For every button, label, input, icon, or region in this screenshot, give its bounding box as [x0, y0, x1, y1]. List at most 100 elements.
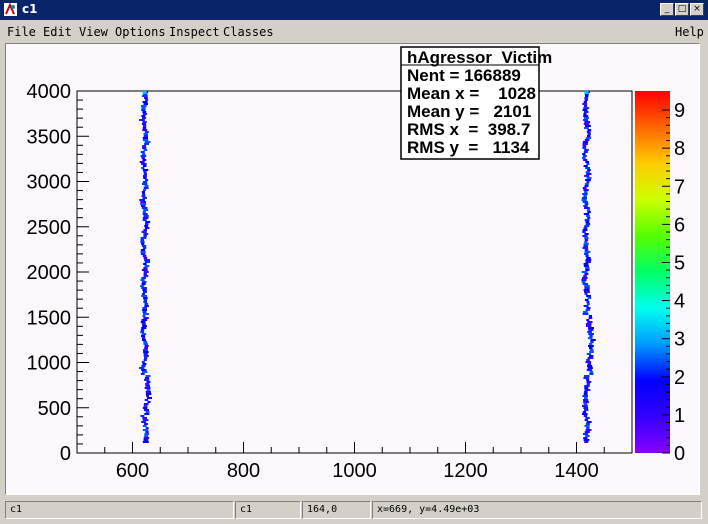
band-cell — [141, 293, 146, 295]
band-cell — [584, 239, 589, 241]
menu-view[interactable]: View — [79, 25, 108, 39]
band-cell — [586, 295, 591, 297]
band-cell — [586, 173, 592, 175]
band-cell — [143, 229, 147, 231]
band-cell — [584, 121, 591, 123]
band-cell — [146, 389, 151, 391]
band-cell — [581, 281, 586, 283]
band-cell — [585, 361, 592, 363]
band-cell — [143, 317, 149, 319]
band-cell — [144, 305, 149, 307]
band-cell — [587, 135, 591, 137]
band-cell — [585, 161, 589, 163]
band-cell — [145, 99, 149, 101]
menu-options[interactable]: Options — [115, 25, 166, 39]
band-cell — [143, 275, 149, 277]
stats-box[interactable]: hAgressor_Victim Nent = 166889 Mean x = … — [400, 46, 552, 160]
band-cell — [586, 163, 590, 165]
band-cell — [142, 425, 147, 427]
band-cell — [584, 273, 589, 275]
band-cell — [582, 157, 586, 159]
band-cell — [145, 221, 151, 223]
band-cell — [141, 107, 146, 109]
band-cell — [586, 381, 592, 383]
y-tick-label: 1000 — [27, 353, 72, 375]
band-cell — [141, 109, 146, 111]
band-cell — [143, 301, 148, 303]
band-cell — [584, 249, 589, 251]
band-cell — [141, 205, 146, 207]
band-cell — [583, 437, 588, 439]
band-cell — [590, 339, 596, 341]
band-cell — [142, 121, 147, 123]
band-cell — [584, 191, 588, 193]
stats-rms-x: RMS x = 398.7 — [407, 120, 530, 139]
band-cell — [143, 263, 147, 265]
band-cell — [584, 175, 590, 177]
band-cell — [140, 151, 145, 153]
x-tick-label: 1400 — [554, 460, 599, 482]
band-cell — [141, 157, 145, 159]
band-cell — [583, 165, 588, 167]
band-cell — [142, 219, 147, 221]
band-cell — [582, 141, 589, 143]
histogram-plot[interactable]: 600 800 1000 1200 1400 0 500 1000 1500 2000 2500 3… — [6, 44, 699, 494]
band-cell — [140, 285, 145, 287]
band-cell — [144, 377, 150, 379]
band-cell — [142, 113, 148, 115]
band-cell — [586, 427, 590, 429]
band-cell — [142, 125, 147, 127]
band-cell — [142, 429, 149, 431]
z-tick-label: 6 — [674, 214, 685, 236]
band-cell — [583, 439, 590, 441]
band-cell — [142, 101, 148, 103]
band-cell — [141, 333, 147, 335]
band-cell — [140, 321, 146, 323]
band-cell — [584, 99, 588, 101]
minimize-button[interactable]: _ — [660, 3, 674, 16]
band-cell — [140, 249, 146, 251]
band-cell — [588, 333, 594, 335]
maximize-button[interactable]: □ — [675, 3, 689, 16]
band-cell — [143, 349, 148, 351]
band-cell — [142, 407, 148, 409]
band-cell — [141, 369, 147, 371]
band-cell — [585, 267, 590, 269]
stats-mean-x: Mean x = 1028 — [407, 84, 536, 103]
band-cell — [144, 185, 149, 187]
band-cell — [146, 381, 151, 383]
plot-frame — [76, 90, 633, 454]
band-cell — [144, 259, 150, 261]
menu-inspect[interactable]: Inspect — [169, 25, 220, 39]
menu-classes[interactable]: Classes — [223, 25, 274, 39]
y-tick-label: 0 — [60, 443, 71, 465]
band-cell — [584, 441, 589, 443]
band-cell — [143, 353, 148, 355]
band-cell — [143, 343, 148, 345]
band-cell — [583, 107, 590, 109]
menu-edit[interactable]: Edit — [43, 25, 72, 39]
band-cell — [142, 309, 147, 311]
band-cell — [142, 419, 149, 421]
band-cell — [581, 197, 587, 199]
band-cell — [582, 313, 589, 315]
menu-file[interactable]: File — [7, 25, 36, 39]
band-cell — [142, 255, 147, 257]
band-cell — [585, 255, 589, 257]
title-bar: c1 _ □ × — [0, 0, 708, 20]
band-cell — [142, 289, 147, 291]
band-cell — [583, 275, 587, 277]
band-cell — [143, 247, 147, 249]
band-cell — [140, 373, 145, 375]
band-cell — [582, 229, 588, 231]
canvas-area[interactable]: 600 800 1000 1200 1400 0 500 1000 1500 2000 2500 3… — [5, 43, 700, 495]
band-cell — [586, 301, 590, 303]
band-cell — [587, 133, 591, 135]
band-cell — [582, 193, 588, 195]
band-cell — [145, 223, 149, 225]
band-cell — [584, 251, 591, 253]
z-tick-label: 7 — [674, 176, 685, 198]
close-button[interactable]: × — [690, 3, 704, 16]
menu-help[interactable]: Help — [675, 25, 704, 39]
band-cell — [582, 433, 589, 435]
